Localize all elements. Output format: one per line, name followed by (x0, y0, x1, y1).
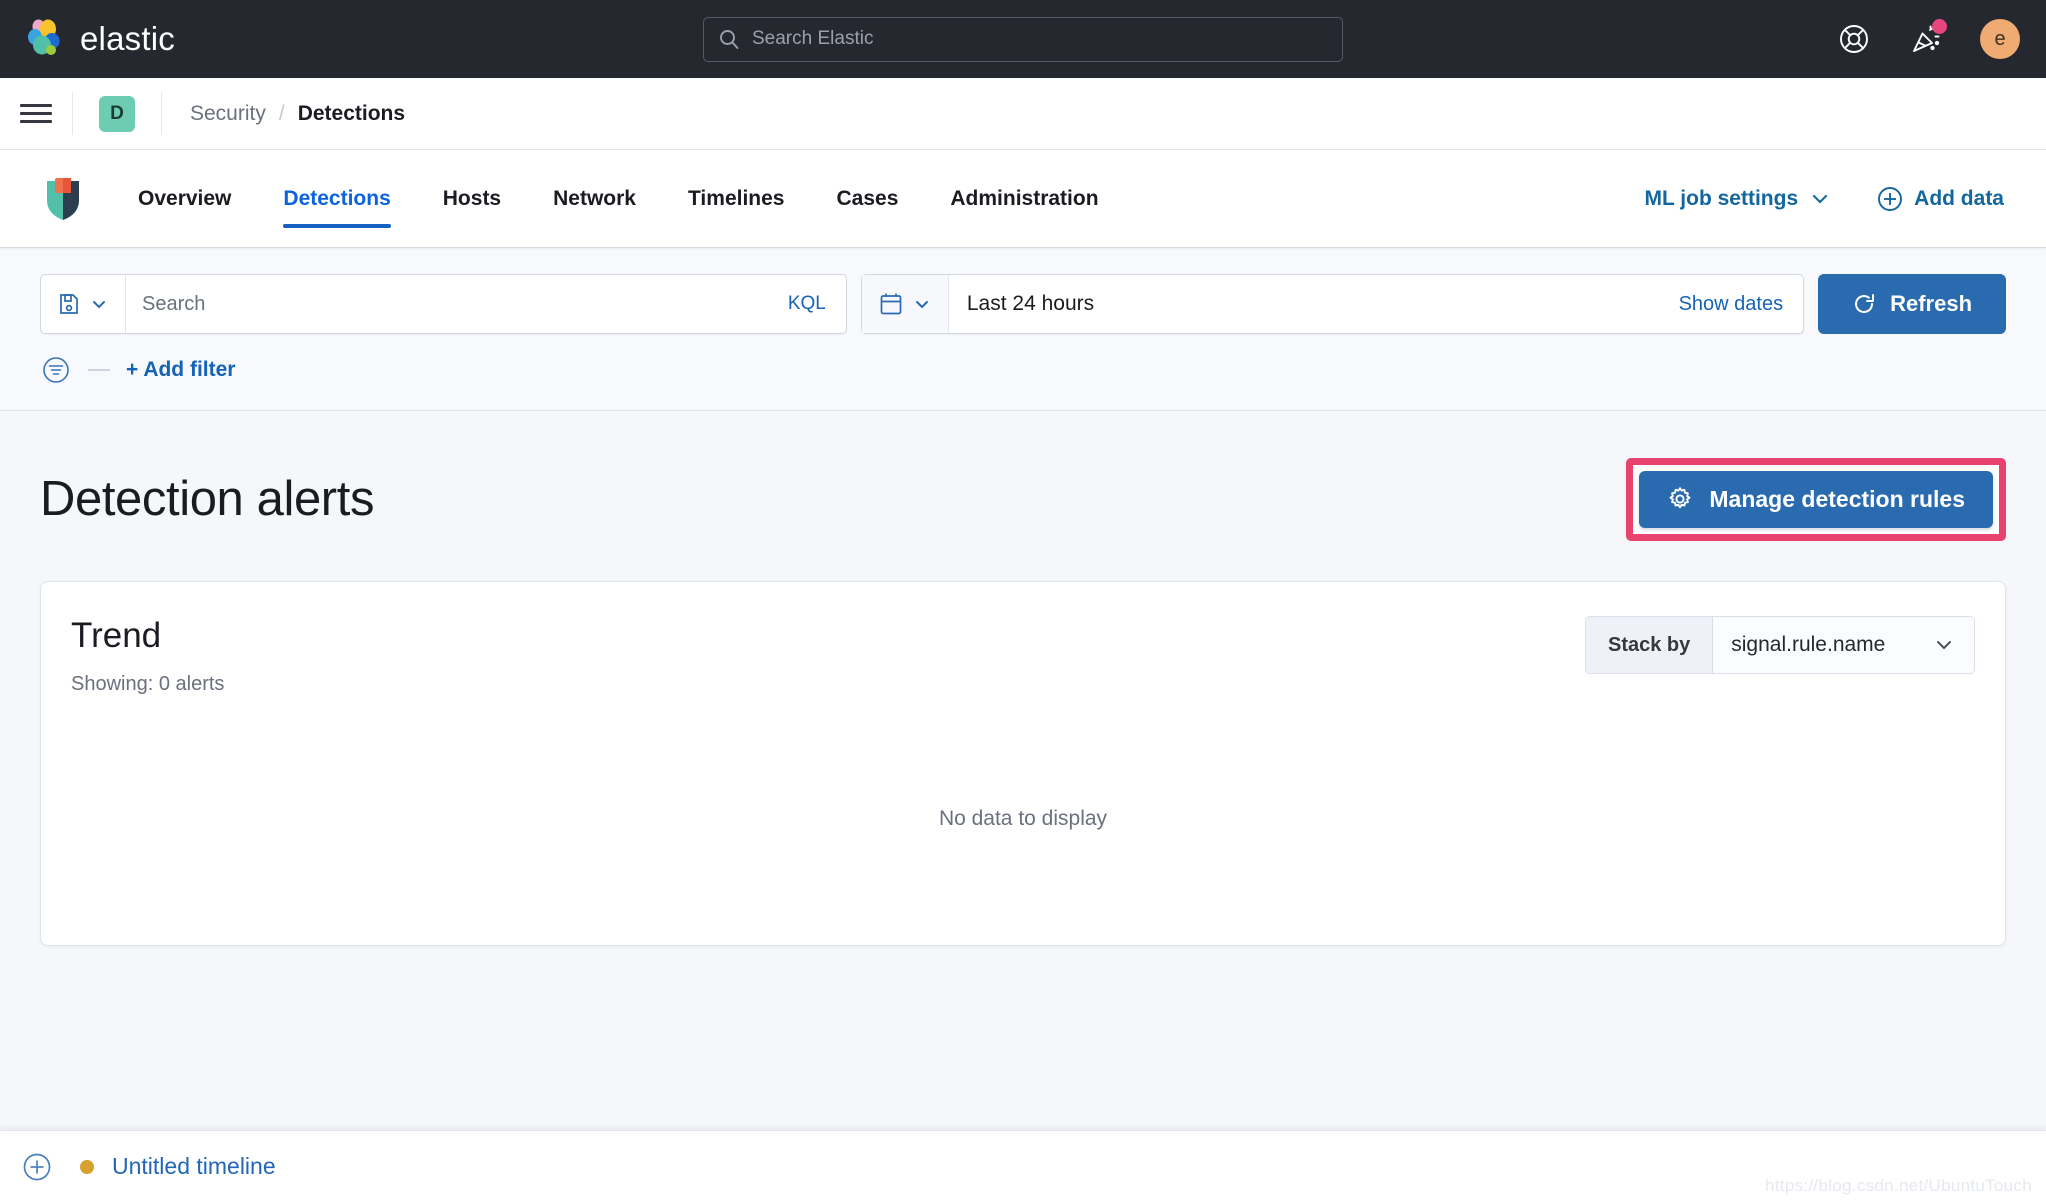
chart-empty-message: No data to display (938, 807, 1108, 830)
security-nav-tabs: Overview Detections Hosts Network Timeli… (112, 150, 1125, 248)
highlight-annotation: Manage detection rules (1626, 457, 2006, 541)
timeline-entry[interactable]: Untitled timeline (80, 1153, 276, 1180)
elastic-brand[interactable]: elastic (22, 17, 175, 61)
page-header: Detection alerts Manage detection rules (40, 453, 2006, 545)
tab-cases[interactable]: Cases (810, 150, 924, 248)
ml-job-settings-button[interactable]: ML job settings (1645, 187, 1832, 211)
filter-row: + Add filter (40, 354, 2006, 386)
hamburger-menu-icon[interactable] (0, 78, 72, 149)
tab-hosts[interactable]: Hosts (417, 150, 527, 248)
refresh-label: Refresh (1890, 291, 1973, 316)
showing-count: Showing: 0 alerts (71, 673, 225, 695)
space-selector[interactable]: D (73, 78, 161, 149)
add-filter-button[interactable]: + Add filter (126, 358, 235, 382)
panel-title: Trend (71, 616, 162, 655)
gear-icon (1667, 486, 1693, 512)
stack-by-value[interactable]: signal.rule.name (1713, 617, 1974, 673)
chevron-down-icon (1932, 633, 1956, 657)
calendar-icon (878, 291, 904, 317)
plus-circle-icon[interactable] (22, 1152, 52, 1182)
breadcrumb-bar: D Security / Detections (0, 78, 2046, 150)
trend-panel: Trend Showing: 0 alerts Stack by signal.… (40, 581, 2006, 946)
divider (88, 369, 110, 371)
query-language-button[interactable]: KQL (768, 275, 846, 333)
notification-badge (1932, 19, 1947, 34)
manage-detection-rules-button[interactable]: Manage detection rules (1639, 470, 1993, 528)
chevron-down-icon (89, 294, 109, 314)
date-quick-menu-button[interactable] (861, 275, 949, 333)
date-range-value[interactable]: Last 24 hours (949, 275, 1659, 333)
plus-circle-icon (1877, 186, 1903, 212)
add-data-button[interactable]: Add data (1877, 186, 2004, 212)
query-bar-area: Search KQL Last 24 hours Show dates Refr… (0, 248, 2046, 411)
chevron-down-icon (1809, 188, 1831, 210)
global-header: elastic Search Elastic e (0, 0, 2046, 78)
trend-panel-titles: Trend Showing: 0 alerts (71, 616, 224, 696)
tab-administration[interactable]: Administration (924, 150, 1124, 248)
tab-overview[interactable]: Overview (112, 150, 257, 248)
date-picker: Last 24 hours Show dates (860, 274, 1805, 334)
chevron-down-icon (912, 294, 932, 314)
stack-by-select[interactable]: Stack by signal.rule.name (1585, 616, 1975, 674)
search-bar: Search KQL (40, 274, 847, 334)
avatar[interactable]: e (1980, 19, 2020, 59)
tab-timelines[interactable]: Timelines (662, 150, 811, 248)
query-row: Search KQL Last 24 hours Show dates Refr… (40, 274, 2007, 334)
status-badge (80, 1159, 94, 1174)
breadcrumb-separator: / (278, 101, 285, 125)
saved-query-menu-button[interactable] (41, 275, 126, 333)
tab-detections[interactable]: Detections (257, 150, 416, 248)
global-search-container: Search Elastic (703, 16, 1343, 62)
main-content: Detection alerts Manage detection rules (0, 411, 2046, 946)
timeline-bottom-bar: Untitled timeline (0, 1130, 2046, 1202)
stack-by-value-text: signal.rule.name (1731, 633, 1886, 656)
show-dates-button[interactable]: Show dates (1659, 275, 1804, 333)
save-disk-icon (57, 292, 81, 316)
trend-panel-header: Trend Showing: 0 alerts Stack by signal.… (71, 616, 1975, 696)
breadcrumb-item-security[interactable]: Security (190, 102, 266, 126)
tab-network[interactable]: Network (527, 150, 662, 248)
timeline-name[interactable]: Untitled timeline (112, 1153, 276, 1180)
party-popper-icon[interactable] (1908, 19, 1947, 57)
filter-circle-icon[interactable] (40, 354, 72, 386)
search-input[interactable]: Search (126, 275, 768, 333)
search-icon (718, 28, 740, 50)
stack-by-label: Stack by (1586, 617, 1714, 673)
breadcrumb-item-detections[interactable]: Detections (298, 102, 405, 126)
security-nav-actions: ML job settings Add data (1645, 186, 2004, 212)
brand-name: elastic (80, 20, 175, 57)
lifebuoy-icon[interactable] (1836, 21, 1872, 57)
security-shield-icon (42, 176, 84, 222)
global-search-placeholder: Search Elastic (752, 28, 874, 49)
watermark: https://blog.csdn.net/UbuntuTouch (1765, 1176, 2032, 1195)
elastic-logo-icon (22, 17, 66, 61)
security-nav: Overview Detections Hosts Network Timeli… (0, 150, 2046, 248)
breadcrumb: Security / Detections (162, 78, 405, 149)
manage-detection-rules-label: Manage detection rules (1709, 485, 1965, 512)
ml-job-settings-label: ML job settings (1644, 186, 1799, 210)
page-title: Detection alerts (40, 472, 375, 526)
header-actions: e (1836, 19, 2020, 59)
add-data-label: Add data (1914, 186, 2004, 210)
space-avatar: D (99, 95, 135, 132)
refresh-icon (1852, 292, 1876, 316)
refresh-button[interactable]: Refresh (1818, 274, 2007, 334)
app-root: elastic Search Elastic e D Security / De… (0, 0, 2046, 1202)
global-search-input[interactable]: Search Elastic (703, 16, 1343, 62)
